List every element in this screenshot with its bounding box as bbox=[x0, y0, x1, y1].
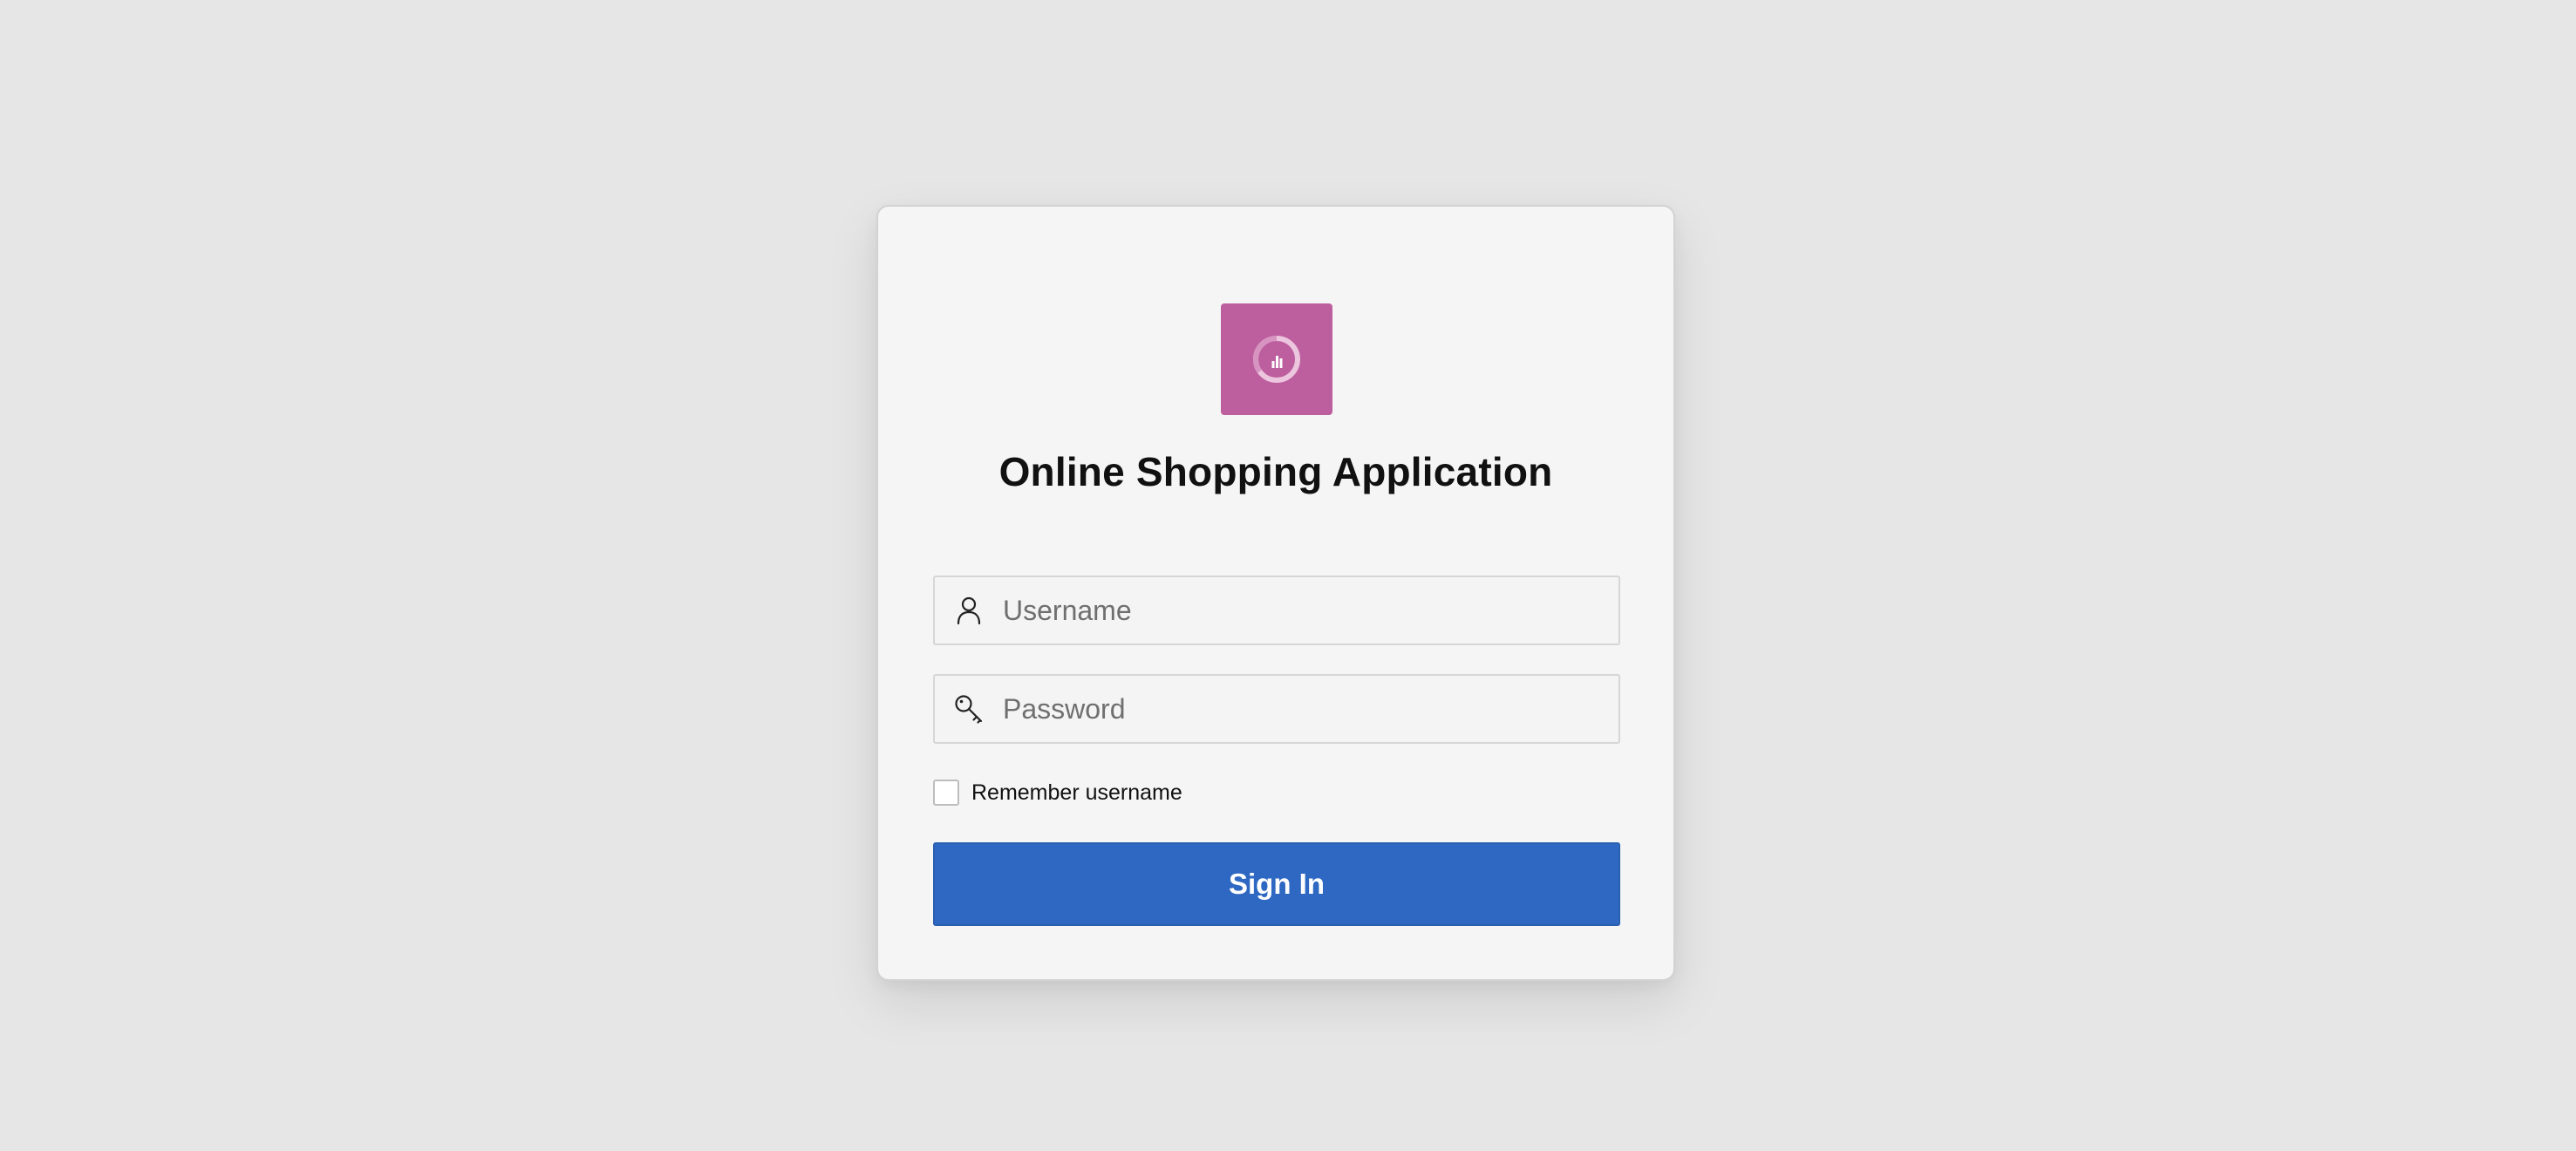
sign-in-button[interactable]: Sign In bbox=[933, 842, 1620, 926]
remember-username-checkbox[interactable] bbox=[933, 780, 959, 806]
donut-chart-icon bbox=[1253, 336, 1300, 383]
remember-username-option[interactable]: Remember username bbox=[933, 780, 1182, 806]
key-icon bbox=[935, 676, 1003, 742]
user-icon bbox=[935, 577, 1003, 644]
app-logo bbox=[1221, 303, 1332, 415]
remember-username-label: Remember username bbox=[971, 780, 1182, 805]
username-field[interactable] bbox=[933, 576, 1620, 645]
password-input[interactable] bbox=[1003, 676, 1619, 742]
app-title: Online Shopping Application bbox=[998, 449, 1553, 494]
username-input[interactable] bbox=[1003, 577, 1619, 644]
password-field[interactable] bbox=[933, 674, 1620, 744]
login-card: Online Shopping Application Remember use… bbox=[876, 205, 1675, 981]
